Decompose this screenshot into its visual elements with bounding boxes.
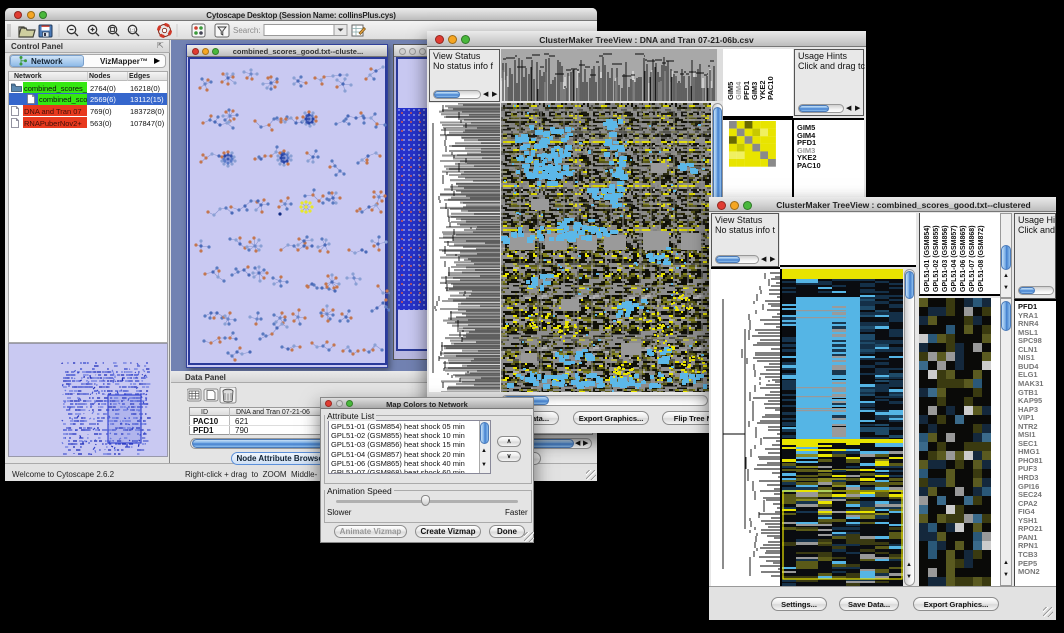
- svg-text:1:1: 1:1: [129, 28, 136, 33]
- svg-text:Search:: Search:: [233, 26, 261, 35]
